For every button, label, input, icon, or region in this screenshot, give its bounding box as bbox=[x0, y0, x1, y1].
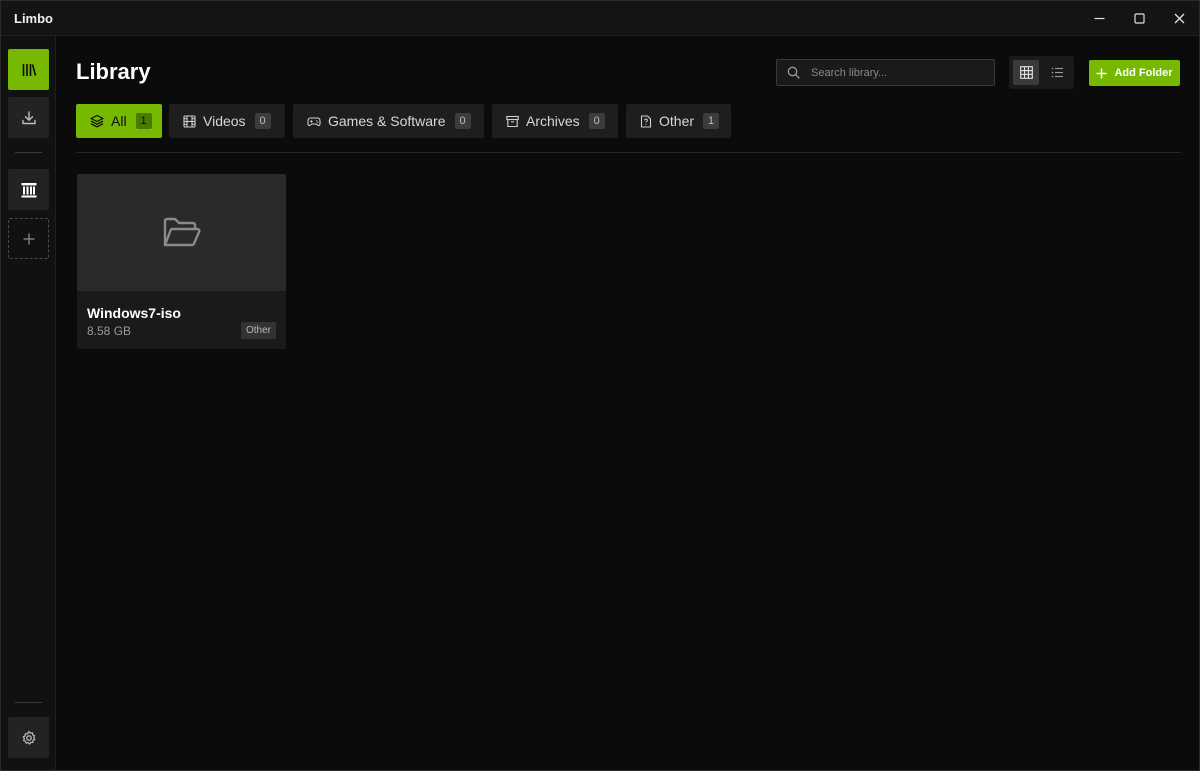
plus-icon bbox=[1096, 68, 1107, 79]
folder-open-icon bbox=[163, 217, 201, 246]
archive-icon bbox=[506, 115, 519, 128]
close-button[interactable] bbox=[1159, 1, 1199, 35]
list-view-button[interactable] bbox=[1044, 60, 1070, 85]
item-name: Windows7-iso bbox=[87, 305, 181, 321]
rail-downloads-button[interactable] bbox=[8, 97, 49, 138]
tab-count: 0 bbox=[588, 113, 605, 129]
header-divider bbox=[76, 152, 1181, 153]
tab-other[interactable]: Other 1 bbox=[626, 104, 731, 138]
tab-label: Games & Software bbox=[328, 113, 446, 129]
tab-videos[interactable]: Videos 0 bbox=[169, 104, 285, 138]
add-folder-button[interactable]: Add Folder bbox=[1089, 60, 1180, 86]
close-icon bbox=[1174, 13, 1184, 23]
search-icon bbox=[787, 66, 800, 79]
sidebar-rail bbox=[1, 36, 56, 770]
add-folder-label: Add Folder bbox=[1114, 67, 1173, 79]
app-window: Limbo Library Search library... Add Fold… bbox=[0, 0, 1200, 771]
rail-divider-bottom bbox=[15, 702, 42, 703]
settings-button[interactable] bbox=[8, 717, 49, 758]
layers-icon bbox=[90, 114, 104, 128]
tab-games-software[interactable]: Games & Software 0 bbox=[293, 104, 484, 138]
tab-label: All bbox=[111, 113, 127, 129]
file-question-icon bbox=[640, 114, 652, 128]
tab-count: 1 bbox=[135, 113, 152, 129]
rail-vault-button[interactable] bbox=[8, 169, 49, 210]
tab-all[interactable]: All 1 bbox=[76, 104, 162, 138]
tab-count: 0 bbox=[454, 113, 471, 129]
list-icon bbox=[1051, 67, 1063, 78]
minimize-button[interactable] bbox=[1079, 1, 1119, 35]
tab-archives[interactable]: Archives 0 bbox=[492, 104, 618, 138]
library-icon bbox=[22, 63, 36, 76]
item-thumbnail bbox=[77, 174, 286, 291]
gamepad-icon bbox=[307, 115, 321, 128]
tab-label: Archives bbox=[526, 113, 580, 129]
rail-divider bbox=[15, 152, 42, 153]
item-size: 8.58 GB bbox=[87, 324, 132, 338]
search-box[interactable] bbox=[776, 59, 995, 86]
tab-label: Videos bbox=[203, 113, 246, 129]
page-title: Library bbox=[76, 59, 151, 84]
minimize-icon bbox=[1094, 17, 1104, 19]
tab-label: Other bbox=[659, 113, 695, 129]
rail-library-button[interactable] bbox=[8, 49, 49, 90]
library-item-card[interactable]: Windows7-iso 8.58 GB Other bbox=[77, 174, 286, 349]
grid-icon bbox=[1019, 66, 1033, 79]
grid-view-button[interactable] bbox=[1013, 60, 1039, 85]
bank-icon bbox=[21, 182, 36, 197]
item-type-badge: Other bbox=[240, 322, 276, 339]
tab-count: 1 bbox=[703, 113, 720, 129]
search-input[interactable] bbox=[809, 65, 983, 80]
app-title: Limbo bbox=[14, 11, 53, 26]
film-icon bbox=[183, 114, 196, 128]
gear-icon bbox=[22, 730, 35, 745]
title-bar[interactable]: Limbo bbox=[1, 1, 1199, 36]
maximize-button[interactable] bbox=[1119, 1, 1159, 35]
download-icon bbox=[21, 110, 36, 124]
plus-icon bbox=[23, 233, 34, 244]
rail-add-button[interactable] bbox=[8, 218, 49, 259]
view-toggle bbox=[1009, 56, 1074, 89]
tab-count: 0 bbox=[254, 113, 271, 129]
maximize-icon bbox=[1133, 12, 1145, 24]
